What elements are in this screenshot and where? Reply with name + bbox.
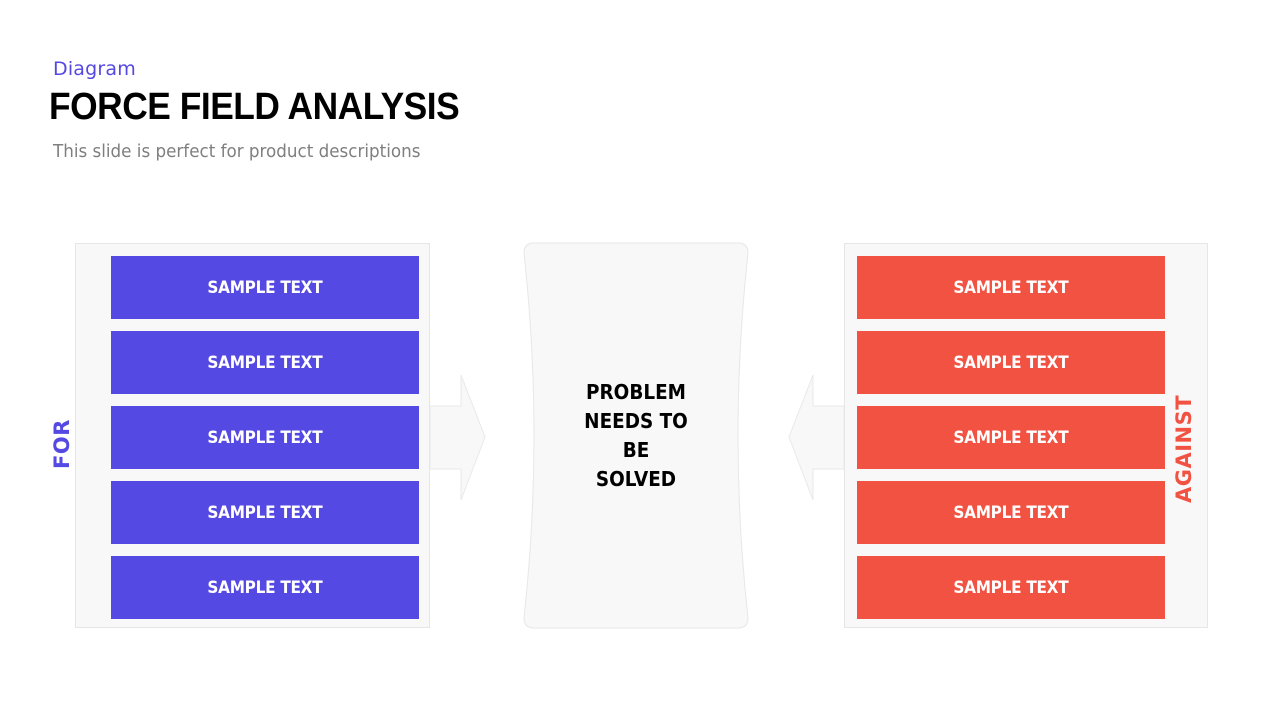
against-item: SAMPLE TEXT — [857, 256, 1165, 319]
left-arrow-icon — [788, 374, 845, 501]
against-item: SAMPLE TEXT — [857, 406, 1165, 469]
slide-subtitle: This slide is perfect for product descri… — [53, 141, 421, 162]
slide-kicker: Diagram — [53, 58, 136, 80]
problem-text: PROBLEM NEEDS TO BE SOLVED — [584, 379, 688, 491]
against-item: SAMPLE TEXT — [857, 481, 1165, 544]
for-item: SAMPLE TEXT — [111, 556, 419, 619]
against-panel: SAMPLE TEXT SAMPLE TEXT SAMPLE TEXT SAMP… — [844, 243, 1208, 628]
for-item: SAMPLE TEXT — [111, 406, 419, 469]
against-item: SAMPLE TEXT — [857, 556, 1165, 619]
problem-statement: PROBLEM NEEDS TO BE SOLVED — [524, 243, 748, 628]
against-item: SAMPLE TEXT — [857, 331, 1165, 394]
for-label: FOR — [50, 419, 74, 469]
for-item: SAMPLE TEXT — [111, 481, 419, 544]
for-item: SAMPLE TEXT — [111, 331, 419, 394]
for-panel: SAMPLE TEXT SAMPLE TEXT SAMPLE TEXT SAMP… — [75, 243, 430, 628]
slide-title: FORCE FIELD ANALYSIS — [49, 86, 460, 128]
for-item: SAMPLE TEXT — [111, 256, 419, 319]
against-label: AGAINST — [1172, 394, 1196, 504]
right-arrow-icon — [429, 374, 486, 501]
